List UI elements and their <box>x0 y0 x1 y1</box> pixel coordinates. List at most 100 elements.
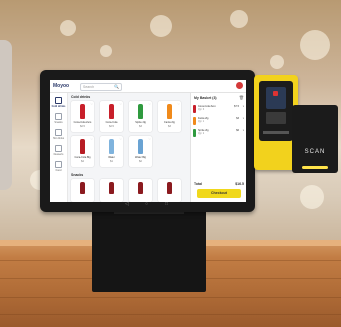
product-card[interactable]: ♡ Water Big $2 <box>129 136 152 167</box>
bokeh <box>300 185 324 209</box>
item-price: $3 <box>236 117 239 120</box>
home-icon[interactable]: ○ <box>145 201 148 207</box>
product-image <box>138 104 143 119</box>
product-price: $2.5 <box>80 125 85 128</box>
person-arm <box>0 40 12 190</box>
section-title: Snacks <box>71 173 84 177</box>
product-price: $3 <box>168 125 171 128</box>
barcode-scanner: SCAN <box>292 105 338 173</box>
heart-icon[interactable]: ♡ <box>119 102 122 106</box>
search-placeholder: Search <box>83 85 95 89</box>
item-name: Sprite 2lg <box>198 129 209 132</box>
bokeh <box>300 30 330 60</box>
product-card[interactable]: ♡ Fanta 2lg $3 <box>158 101 181 132</box>
hot-drink-icon <box>55 129 62 136</box>
app-logo: Moyoo <box>53 83 70 89</box>
product-name: Water <box>108 156 115 159</box>
recent-apps-icon[interactable]: □ <box>165 201 168 207</box>
product-card[interactable] <box>100 179 123 202</box>
bokeh <box>270 55 284 69</box>
sidebar-item-food[interactable]: Food <box>50 160 67 173</box>
basket-item[interactable]: Fanta 2lg Qty: 1 $3 ▾ <box>193 116 245 126</box>
product-price: $2 <box>139 160 142 163</box>
kiosk-monitor: Moyoo Search 🔍 Cold drinks Snacks Hot dr… <box>40 70 255 212</box>
product-name: Coca-Cola Big <box>74 156 91 159</box>
heart-icon[interactable]: ♡ <box>177 102 180 106</box>
product-image <box>109 182 114 194</box>
basket-item[interactable]: Sprite 2lg Qty: 2 $6 ▾ <box>193 128 245 138</box>
heart-icon[interactable]: ♡ <box>119 137 122 141</box>
search-icon[interactable]: 🔍 <box>114 84 119 90</box>
wood-grain <box>0 314 341 315</box>
heart-icon[interactable]: ♡ <box>148 102 151 106</box>
item-name: Fanta 2lg <box>198 117 209 120</box>
top-bar: Moyoo Search 🔍 <box>50 80 246 93</box>
basket-item[interactable]: Coca-Cola Zero Qty: 3 $7.5 ▾ <box>193 104 245 114</box>
sidebar-item-desserts[interactable]: Desserts <box>50 144 67 157</box>
flag-icon[interactable] <box>236 82 243 89</box>
sidebar-item-label: Hot drinks <box>52 137 65 140</box>
card-slot[interactable] <box>263 131 289 134</box>
product-price: $3 <box>139 125 142 128</box>
product-image <box>109 139 114 154</box>
sidebar-item-label: Snacks <box>54 121 63 124</box>
heart-icon[interactable]: ♡ <box>90 137 93 141</box>
bokeh <box>100 45 112 57</box>
product-card[interactable] <box>129 179 152 202</box>
chevron-down-icon[interactable]: ▾ <box>243 117 244 120</box>
product-card[interactable]: ♡ Coca-Cola Big $4 <box>71 136 94 167</box>
product-name: Water Big <box>135 156 146 159</box>
sidebar-item-hot-drinks[interactable]: Hot drinks <box>50 128 67 141</box>
sidebar-item-label: Desserts <box>53 153 64 156</box>
product-image <box>138 182 143 194</box>
pin-keypad[interactable] <box>266 112 286 124</box>
section-title: Cold drinks <box>71 95 91 99</box>
heart-icon[interactable]: ♡ <box>148 137 151 141</box>
product-name: Fanta 2lg <box>164 121 175 124</box>
bokeh <box>60 20 76 36</box>
product-card[interactable]: ♡ Water $1 <box>100 136 123 167</box>
total-value: $16.5 <box>235 182 244 186</box>
item-name: Coca-Cola Zero <box>198 105 216 108</box>
dessert-icon <box>55 145 62 152</box>
product-image <box>167 182 172 194</box>
item-thumbnail <box>193 129 196 137</box>
product-price: $2.5 <box>109 125 114 128</box>
chevron-down-icon[interactable]: ▾ <box>243 129 244 132</box>
product-image <box>80 104 85 119</box>
checkout-button[interactable]: Checkout <box>197 189 241 198</box>
category-sidebar: Cold drinks Snacks Hot drinks Desserts F… <box>50 93 68 202</box>
product-grid: Cold drinks ♡ Coca-Cola Zero $2.5 ♡ Coca… <box>68 93 190 202</box>
food-icon <box>55 161 62 168</box>
wood-grain <box>0 297 341 298</box>
product-name: Coca-Cola <box>105 121 118 124</box>
product-image <box>109 104 114 119</box>
product-card[interactable] <box>71 179 94 202</box>
product-image <box>80 182 85 194</box>
bokeh <box>230 10 248 28</box>
scan-light <box>302 166 328 169</box>
search-input[interactable]: Search 🔍 <box>80 83 122 91</box>
heart-icon[interactable]: ♡ <box>90 102 93 106</box>
back-icon[interactable]: ◁ <box>125 201 129 207</box>
chevron-down-icon[interactable]: ▾ <box>243 105 244 108</box>
trash-icon[interactable]: 🗑 <box>239 95 244 100</box>
product-card[interactable]: ♡ Coca-Cola $2.5 <box>100 101 123 132</box>
item-qty: Qty: 2 <box>198 133 205 135</box>
item-qty: Qty: 3 <box>198 109 205 111</box>
stand-seam <box>114 212 184 214</box>
product-price: $4 <box>81 160 84 163</box>
product-card[interactable] <box>158 179 181 202</box>
basket-title: My Basket (3) <box>194 96 217 100</box>
sidebar-item-label: Food <box>55 169 62 172</box>
sidebar-item-snacks[interactable]: Snacks <box>50 112 67 125</box>
cold-drink-icon <box>55 97 62 104</box>
product-card[interactable]: ♡ Sprite 2lg $3 <box>129 101 152 132</box>
sidebar-item-cold-drinks[interactable]: Cold drinks <box>50 96 67 109</box>
snack-icon <box>55 113 62 120</box>
product-name: Coca-Cola Zero <box>73 121 92 124</box>
terminal-face <box>259 81 293 141</box>
nfc-icon <box>273 91 278 96</box>
product-card[interactable]: ♡ Coca-Cola Zero $2.5 <box>71 101 94 132</box>
scan-label: SCAN <box>304 149 326 155</box>
